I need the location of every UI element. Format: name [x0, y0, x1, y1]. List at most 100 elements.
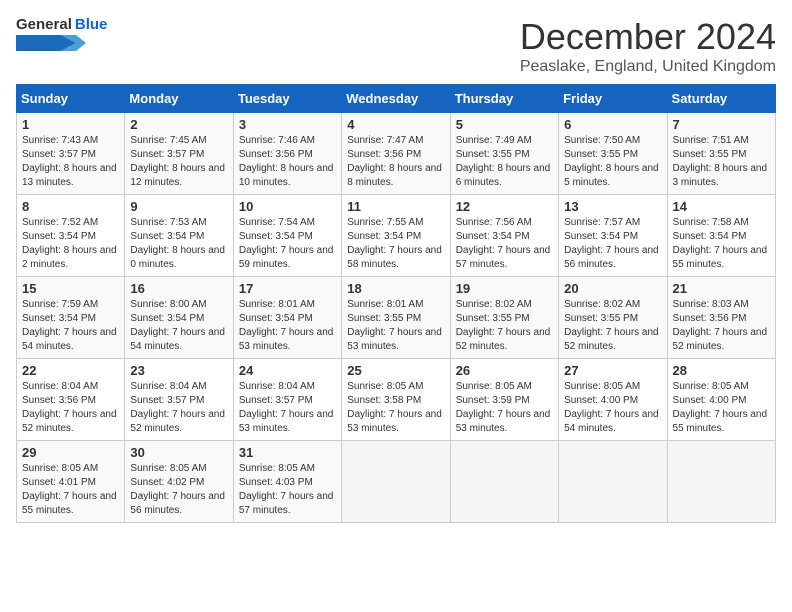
- day-info: Sunrise: 8:04 AM Sunset: 3:57 PM Dayligh…: [239, 380, 336, 436]
- day-number: 8: [22, 199, 119, 214]
- calendar-header-row: SundayMondayTuesdayWednesdayThursdayFrid…: [17, 85, 776, 113]
- calendar-day-cell: [450, 441, 558, 523]
- day-number: 24: [239, 363, 336, 378]
- day-info: Sunrise: 7:46 AM Sunset: 3:56 PM Dayligh…: [239, 134, 336, 190]
- calendar-day-cell: 1 Sunrise: 7:43 AM Sunset: 3:57 PM Daylig…: [17, 113, 125, 195]
- day-number: 1: [22, 117, 119, 132]
- day-info: Sunrise: 7:58 AM Sunset: 3:54 PM Dayligh…: [673, 216, 770, 272]
- calendar-day-cell: 14Sunrise: 7:58 AM Sunset: 3:54 PM Dayli…: [667, 195, 775, 277]
- calendar-day-cell: 12 Sunrise: 7:56 AM Sunset: 3:54 PM Dayli…: [450, 195, 558, 277]
- day-number: 23: [130, 363, 227, 378]
- day-info: Sunrise: 7:55 AM Sunset: 3:54 PM Dayligh…: [347, 216, 444, 272]
- calendar-day-cell: 9Sunrise: 7:53 AM Sunset: 3:54 PM Daylig…: [125, 195, 233, 277]
- calendar-day-cell: 16 Sunrise: 8:00 AM Sunset: 3:54 PM Dayli…: [125, 277, 233, 359]
- calendar-day-cell: 7 Sunrise: 7:51 AM Sunset: 3:55 PM Daylig…: [667, 113, 775, 195]
- day-number: 30: [130, 445, 227, 460]
- day-header: Monday: [125, 85, 233, 113]
- day-number: 28: [673, 363, 770, 378]
- day-info: Sunrise: 8:02 AM Sunset: 3:55 PM Dayligh…: [564, 298, 661, 354]
- calendar-day-cell: 22Sunrise: 8:04 AM Sunset: 3:56 PM Dayli…: [17, 359, 125, 441]
- day-number: 16: [130, 281, 227, 296]
- logo-general: General: [16, 16, 72, 33]
- calendar-day-cell: 4 Sunrise: 7:47 AM Sunset: 3:56 PM Daylig…: [342, 113, 450, 195]
- day-number: 13: [564, 199, 661, 214]
- day-info: Sunrise: 7:56 AM Sunset: 3:54 PM Dayligh…: [456, 216, 553, 272]
- day-header: Sunday: [17, 85, 125, 113]
- day-info: Sunrise: 8:05 AM Sunset: 4:00 PM Dayligh…: [673, 380, 770, 436]
- day-info: Sunrise: 8:01 AM Sunset: 3:55 PM Dayligh…: [347, 298, 444, 354]
- calendar-day-cell: 20 Sunrise: 8:02 AM Sunset: 3:55 PM Dayli…: [559, 277, 667, 359]
- day-info: Sunrise: 8:05 AM Sunset: 4:03 PM Dayligh…: [239, 462, 336, 518]
- calendar-day-cell: 24 Sunrise: 8:04 AM Sunset: 3:57 PM Dayli…: [233, 359, 341, 441]
- day-number: 31: [239, 445, 336, 460]
- calendar-day-cell: 21Sunrise: 8:03 AM Sunset: 3:56 PM Dayli…: [667, 277, 775, 359]
- subtitle: Peaslake, England, United Kingdom: [520, 58, 776, 76]
- calendar-week-row: 29Sunrise: 8:05 AM Sunset: 4:01 PM Dayli…: [17, 441, 776, 523]
- day-header: Thursday: [450, 85, 558, 113]
- day-info: Sunrise: 7:57 AM Sunset: 3:54 PM Dayligh…: [564, 216, 661, 272]
- day-info: Sunrise: 8:03 AM Sunset: 3:56 PM Dayligh…: [673, 298, 770, 354]
- day-number: 6: [564, 117, 661, 132]
- calendar-body: 1 Sunrise: 7:43 AM Sunset: 3:57 PM Daylig…: [17, 113, 776, 523]
- calendar-day-cell: 13 Sunrise: 7:57 AM Sunset: 3:54 PM Dayli…: [559, 195, 667, 277]
- day-header: Tuesday: [233, 85, 341, 113]
- calendar-day-cell: 19 Sunrise: 8:02 AM Sunset: 3:55 PM Dayli…: [450, 277, 558, 359]
- day-number: 20: [564, 281, 661, 296]
- day-number: 15: [22, 281, 119, 296]
- day-number: 4: [347, 117, 444, 132]
- day-info: Sunrise: 8:05 AM Sunset: 3:59 PM Dayligh…: [456, 380, 553, 436]
- calendar-day-cell: 31 Sunrise: 8:05 AM Sunset: 4:03 PM Dayli…: [233, 441, 341, 523]
- calendar-day-cell: 11 Sunrise: 7:55 AM Sunset: 3:54 PM Dayli…: [342, 195, 450, 277]
- day-info: Sunrise: 7:53 AM Sunset: 3:54 PM Dayligh…: [130, 216, 227, 272]
- day-info: Sunrise: 8:04 AM Sunset: 3:57 PM Dayligh…: [130, 380, 227, 436]
- day-info: Sunrise: 7:49 AM Sunset: 3:55 PM Dayligh…: [456, 134, 553, 190]
- day-info: Sunrise: 7:47 AM Sunset: 3:56 PM Dayligh…: [347, 134, 444, 190]
- day-info: Sunrise: 7:54 AM Sunset: 3:54 PM Dayligh…: [239, 216, 336, 272]
- day-number: 12: [456, 199, 553, 214]
- day-header: Friday: [559, 85, 667, 113]
- day-info: Sunrise: 7:51 AM Sunset: 3:55 PM Dayligh…: [673, 134, 770, 190]
- logo-icon: [16, 33, 86, 53]
- day-number: 5: [456, 117, 553, 132]
- calendar-day-cell: [342, 441, 450, 523]
- calendar-day-cell: 28 Sunrise: 8:05 AM Sunset: 4:00 PM Dayli…: [667, 359, 775, 441]
- calendar: SundayMondayTuesdayWednesdayThursdayFrid…: [16, 84, 776, 523]
- calendar-day-cell: 5 Sunrise: 7:49 AM Sunset: 3:55 PM Daylig…: [450, 113, 558, 195]
- header: General Blue December 2024 Peaslake, Eng…: [16, 16, 776, 76]
- day-info: Sunrise: 7:45 AM Sunset: 3:57 PM Dayligh…: [130, 134, 227, 190]
- day-info: Sunrise: 8:01 AM Sunset: 3:54 PM Dayligh…: [239, 298, 336, 354]
- day-number: 7: [673, 117, 770, 132]
- day-number: 10: [239, 199, 336, 214]
- day-info: Sunrise: 8:02 AM Sunset: 3:55 PM Dayligh…: [456, 298, 553, 354]
- day-number: 2: [130, 117, 227, 132]
- calendar-day-cell: [667, 441, 775, 523]
- day-info: Sunrise: 7:43 AM Sunset: 3:57 PM Dayligh…: [22, 134, 119, 190]
- day-number: 22: [22, 363, 119, 378]
- calendar-week-row: 22Sunrise: 8:04 AM Sunset: 3:56 PM Dayli…: [17, 359, 776, 441]
- calendar-day-cell: 18 Sunrise: 8:01 AM Sunset: 3:55 PM Dayli…: [342, 277, 450, 359]
- calendar-week-row: 1 Sunrise: 7:43 AM Sunset: 3:57 PM Daylig…: [17, 113, 776, 195]
- day-info: Sunrise: 7:59 AM Sunset: 3:54 PM Dayligh…: [22, 298, 119, 354]
- calendar-day-cell: 30Sunrise: 8:05 AM Sunset: 4:02 PM Dayli…: [125, 441, 233, 523]
- day-number: 11: [347, 199, 444, 214]
- day-number: 19: [456, 281, 553, 296]
- calendar-day-cell: [559, 441, 667, 523]
- day-info: Sunrise: 8:00 AM Sunset: 3:54 PM Dayligh…: [130, 298, 227, 354]
- calendar-day-cell: 26Sunrise: 8:05 AM Sunset: 3:59 PM Dayli…: [450, 359, 558, 441]
- title-area: December 2024 Peaslake, England, United …: [520, 16, 776, 76]
- day-info: Sunrise: 7:50 AM Sunset: 3:55 PM Dayligh…: [564, 134, 661, 190]
- calendar-day-cell: 25Sunrise: 8:05 AM Sunset: 3:58 PM Dayli…: [342, 359, 450, 441]
- calendar-day-cell: 3 Sunrise: 7:46 AM Sunset: 3:56 PM Daylig…: [233, 113, 341, 195]
- calendar-day-cell: 8Sunrise: 7:52 AM Sunset: 3:54 PM Daylig…: [17, 195, 125, 277]
- day-info: Sunrise: 8:05 AM Sunset: 3:58 PM Dayligh…: [347, 380, 444, 436]
- day-number: 17: [239, 281, 336, 296]
- calendar-day-cell: 15 Sunrise: 7:59 AM Sunset: 3:54 PM Dayli…: [17, 277, 125, 359]
- day-number: 27: [564, 363, 661, 378]
- calendar-day-cell: 6 Sunrise: 7:50 AM Sunset: 3:55 PM Daylig…: [559, 113, 667, 195]
- calendar-day-cell: 2 Sunrise: 7:45 AM Sunset: 3:57 PM Daylig…: [125, 113, 233, 195]
- day-header: Wednesday: [342, 85, 450, 113]
- day-number: 18: [347, 281, 444, 296]
- calendar-week-row: 8Sunrise: 7:52 AM Sunset: 3:54 PM Daylig…: [17, 195, 776, 277]
- calendar-day-cell: 23 Sunrise: 8:04 AM Sunset: 3:57 PM Dayli…: [125, 359, 233, 441]
- day-number: 3: [239, 117, 336, 132]
